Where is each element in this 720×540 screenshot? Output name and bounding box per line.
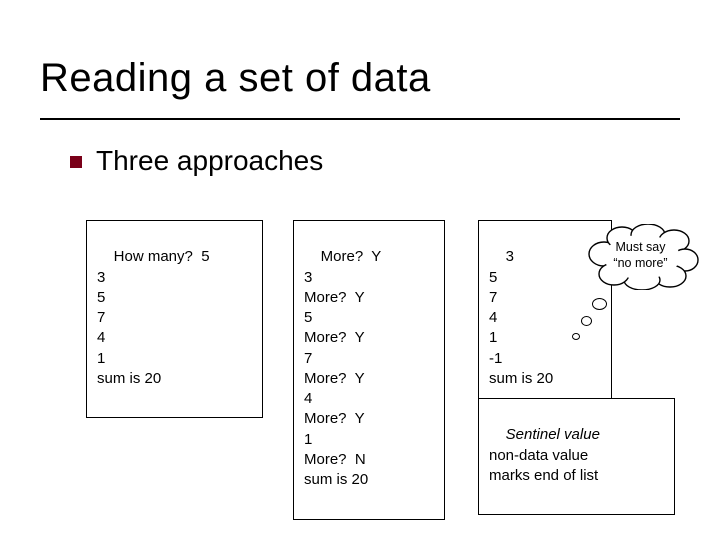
sentinel-title: Sentinel value (506, 426, 600, 443)
bullet-text: Three approaches (96, 145, 323, 177)
bullet-icon (70, 156, 82, 168)
slide: Reading a set of data Three approaches H… (0, 0, 720, 540)
sentinel-explanation-box: Sentinel value non-data value marks end o… (478, 398, 675, 515)
cloud-line1: Must say (615, 240, 665, 254)
cloud-tail-bubble (581, 316, 592, 326)
slide-title: Reading a set of data (40, 56, 431, 101)
cloud-text: Must say “no more” (613, 240, 667, 271)
bullet-item: Three approaches (70, 145, 323, 177)
approach2-text: More? Y 3 More? Y 5 More? Y 7 More? Y 4 … (304, 248, 381, 488)
approach1-text: How many? 5 3 5 7 4 1 sum is 20 (97, 248, 210, 387)
approach-box-count-first: How many? 5 3 5 7 4 1 sum is 20 (86, 220, 263, 418)
title-underline (40, 118, 680, 120)
approach-box-ask-more: More? Y 3 More? Y 5 More? Y 7 More? Y 4 … (293, 220, 445, 520)
cloud-tail-bubble (572, 333, 580, 340)
approach3-text: 3 5 7 4 1 -1 sum is 20 (489, 248, 553, 387)
cloud-line2: “no more” (613, 256, 667, 270)
cloud-tail-bubble (592, 298, 607, 310)
sentinel-desc: non-data value marks end of list (489, 447, 598, 484)
